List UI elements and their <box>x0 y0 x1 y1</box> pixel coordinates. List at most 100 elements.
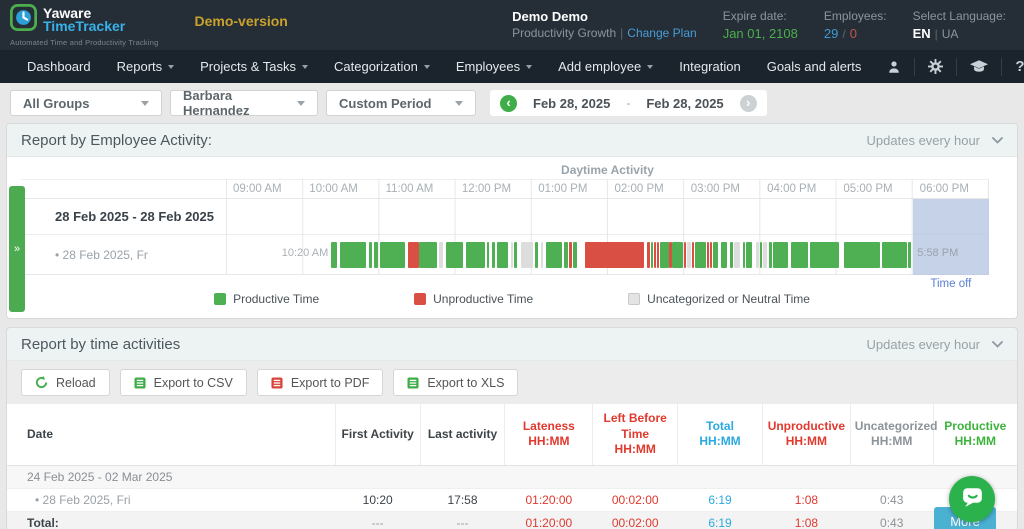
table-row[interactable]: • 28 Feb 2025, Fri10:2017:5801:20:0000:0… <box>7 488 1017 511</box>
column-header-unproductive: UnproductiveHH:MM <box>762 404 850 465</box>
nav-item-label: Employees <box>456 59 520 74</box>
productive-segment <box>730 242 733 268</box>
unproductive-segment <box>647 242 650 268</box>
legend-swatch <box>414 293 426 305</box>
productive-segment <box>810 242 839 268</box>
productive-segment <box>791 242 809 268</box>
productive-segment <box>497 242 508 268</box>
graduation-cap-icon[interactable] <box>956 58 1001 76</box>
productive-segment <box>743 242 745 268</box>
column-sub-label: HH:MM <box>699 434 740 448</box>
logo[interactable]: Yaware TimeTracker Automated Time and Pr… <box>0 4 158 47</box>
time-off-label: Time off <box>913 278 989 290</box>
chevron-down-icon <box>302 65 308 69</box>
language-en[interactable]: EN <box>913 26 931 41</box>
unproductive-segment <box>692 242 694 268</box>
language-ua[interactable]: UA <box>942 27 959 41</box>
nav-item-goals-alerts[interactable]: Goals and alerts <box>767 59 862 74</box>
logo-tagline: Automated Time and Productivity Tracking <box>10 38 158 47</box>
chevron-down-icon <box>297 101 305 106</box>
productive-segment <box>721 242 727 268</box>
group-select[interactable]: All Groups <box>10 90 162 116</box>
productive-segment <box>564 242 568 268</box>
column-header-date: Date <box>7 404 335 465</box>
user-icon[interactable] <box>874 58 914 76</box>
chevron-down-icon <box>455 101 463 106</box>
nav-item-employees[interactable]: Employees <box>456 59 532 74</box>
neutral-segment <box>763 242 767 268</box>
productive-segment <box>660 242 668 268</box>
nav-item-dashboard[interactable]: Dashboard <box>27 59 91 74</box>
employee-select[interactable]: Barbara Hernandez <box>170 90 318 116</box>
column-sub-label: HH:MM <box>786 434 827 448</box>
productive-segment <box>487 242 489 268</box>
collapse-panel-chevron-icon[interactable] <box>992 137 1003 144</box>
reload-icon <box>35 376 48 389</box>
nav-item-label: Goals and alerts <box>767 59 862 74</box>
time-activities-table: DateFirst ActivityLast activityLatenessH… <box>7 404 1017 529</box>
top-bar: Yaware TimeTracker Automated Time and Pr… <box>0 0 1024 50</box>
logo-text: Yaware TimeTracker <box>43 7 125 33</box>
column-label: Lateness <box>523 419 575 433</box>
total-cell: 1:08 <box>762 511 850 529</box>
nav-item-projects-tasks[interactable]: Projects & Tasks <box>200 59 308 74</box>
total-cell: 00:02:00 <box>593 511 678 529</box>
help-icon[interactable]: ? <box>1001 58 1024 76</box>
employees-used: 29 <box>824 26 838 41</box>
table-panel-header: Report by time activities Updates every … <box>7 328 1017 361</box>
button-label: Export to CSV <box>154 376 233 390</box>
reload-button[interactable]: Reload <box>21 369 110 396</box>
column-label: Left Before Time <box>604 411 667 441</box>
chart-legend: Productive Time Unproductive Time Uncatego… <box>7 275 1017 318</box>
legend-label: Uncategorized or Neutral Time <box>647 292 810 306</box>
table-header-row: DateFirst ActivityLast activityLatenessH… <box>7 404 1017 465</box>
chart-date-range: 28 Feb 2025 - 28 Feb 2025 <box>21 209 214 224</box>
collapse-panel-chevron-icon[interactable] <box>992 341 1003 348</box>
chat-widget-button[interactable] <box>949 476 995 522</box>
sidebar-expand-tab[interactable]: » <box>9 186 25 312</box>
productive-segment <box>446 242 463 268</box>
nav-item-label: Categorization <box>334 59 418 74</box>
column-header-productive: ProductiveHH:MM <box>933 404 1017 465</box>
change-plan-link[interactable]: Change Plan <box>627 26 696 40</box>
legend-item: Unproductive Time <box>414 292 533 306</box>
prev-day-button[interactable]: ‹ <box>500 95 517 112</box>
total-cell: Total: <box>7 511 335 529</box>
unproductive-segment <box>669 242 671 268</box>
activity-end-time: 5:58 PM <box>917 247 958 259</box>
column-label: First Activity <box>342 427 414 441</box>
column-sub-label: HH:MM <box>615 442 656 456</box>
cell: 17:58 <box>420 488 505 511</box>
column-header-first-activity: First Activity <box>335 404 420 465</box>
gear-icon[interactable] <box>914 58 956 76</box>
total-cell: 01:20:00 <box>505 511 593 529</box>
neutral-segment <box>521 242 533 268</box>
unproductive-segment <box>569 242 572 268</box>
nav-item-categorization[interactable]: Categorization <box>334 59 430 74</box>
legend-label: Productive Time <box>233 292 319 306</box>
column-label: Productive <box>944 419 1006 433</box>
neutral-segment <box>541 242 543 268</box>
unproductive-segment <box>710 242 712 268</box>
nav-item-label: Add employee <box>558 59 641 74</box>
demo-version-label: Demo-version <box>194 13 287 29</box>
productive-segment <box>773 242 788 268</box>
time-activities-panel: Report by time activities Updates every … <box>6 327 1018 529</box>
nav-item-integration[interactable]: Integration <box>679 59 740 74</box>
activity-panel-title: Report by Employee Activity: <box>21 132 212 149</box>
productive-segment <box>746 242 752 268</box>
neutral-segment <box>439 242 443 268</box>
activity-start-time: 10:20 AM <box>282 247 328 259</box>
next-day-button[interactable]: › <box>740 95 757 112</box>
export-csv-button[interactable]: Export to CSV <box>120 369 247 396</box>
productive-segment <box>882 242 906 268</box>
export-pdf-button[interactable]: Export to PDF <box>257 369 384 396</box>
period-select-value: Custom Period <box>339 96 431 111</box>
expire-value: Jan 01, 2108 <box>723 26 798 41</box>
export-xls-button[interactable]: Export to XLS <box>393 369 518 396</box>
group-select-value: All Groups <box>23 96 89 111</box>
nav-item-reports[interactable]: Reports <box>117 59 175 74</box>
period-select[interactable]: Custom Period <box>326 90 476 116</box>
date-range-picker[interactable]: ‹ Feb 28, 2025 - Feb 28, 2025 › <box>490 90 767 116</box>
nav-item-add-employee[interactable]: Add employee <box>558 59 653 74</box>
